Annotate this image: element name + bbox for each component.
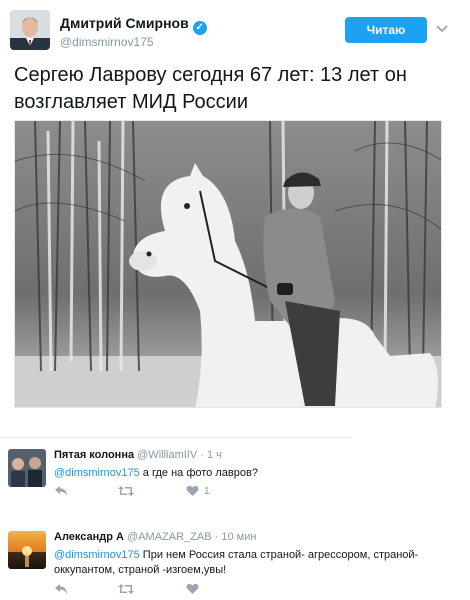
reply-icon[interactable] <box>54 485 68 500</box>
reply-header: Пятая колонна @WilliamIIV · 1 ч <box>54 449 222 461</box>
author-handle[interactable]: @dimsmirnov175 <box>60 35 154 49</box>
reply-timestamp[interactable]: · 1 ч <box>200 449 222 461</box>
reply-avatar[interactable] <box>8 531 46 569</box>
reply-timestamp[interactable]: · 10 мин <box>215 531 257 543</box>
divider <box>0 437 352 438</box>
retweet-icon[interactable] <box>118 485 134 500</box>
reply-author-handle[interactable]: @AMAZAR_ZAB <box>127 531 212 543</box>
reply-author-handle[interactable]: @WilliamIIV <box>137 449 197 461</box>
reply-item: Пятая колонна @WilliamIIV · 1 ч @dimsmir… <box>8 449 458 509</box>
reply-text: @dimsmirnov175 а где на фото лавров? <box>54 466 446 481</box>
author-name[interactable]: Дмитрий Смирнов ✓ <box>60 15 207 35</box>
like-icon[interactable] <box>186 583 199 598</box>
mention-link[interactable]: @dimsmirnov175 <box>54 549 140 561</box>
chevron-down-icon[interactable] <box>435 22 449 36</box>
author-name-text[interactable]: Дмитрий Смирнов <box>60 15 189 31</box>
reply-avatar[interactable] <box>8 449 46 487</box>
reply-actions <box>54 583 254 597</box>
reply-author-name[interactable]: Пятая колонна <box>54 449 134 461</box>
author-avatar[interactable] <box>10 10 50 50</box>
retweet-icon[interactable] <box>118 583 134 598</box>
tweet-text: Сергею Лаврову сегодня 67 лет: 13 лет он… <box>14 64 407 113</box>
reply-item: Александр А @AMAZAR_ZAB · 10 мин @dimsmi… <box>8 531 458 597</box>
tweet-photo[interactable] <box>14 120 442 408</box>
follow-button[interactable]: Читаю <box>345 17 427 43</box>
reply-author-name[interactable]: Александр А <box>54 531 124 543</box>
reply-actions: 1 <box>54 485 254 499</box>
reply-icon[interactable] <box>54 583 68 598</box>
verified-badge-icon: ✓ <box>192 21 207 35</box>
like-count: 1 <box>204 486 210 497</box>
reply-header: Александр А @AMAZAR_ZAB · 10 мин <box>54 531 256 543</box>
mention-link[interactable]: @dimsmirnov175 <box>54 467 140 479</box>
tweet-header: Дмитрий Смирнов ✓ @dimsmirnov175 Читаю <box>10 10 460 54</box>
reply-text-content: а где на фото лавров? <box>139 467 258 479</box>
like-icon[interactable] <box>186 485 199 500</box>
reply-text: @dimsmirnov175 При нем Россия стала стра… <box>54 548 446 578</box>
